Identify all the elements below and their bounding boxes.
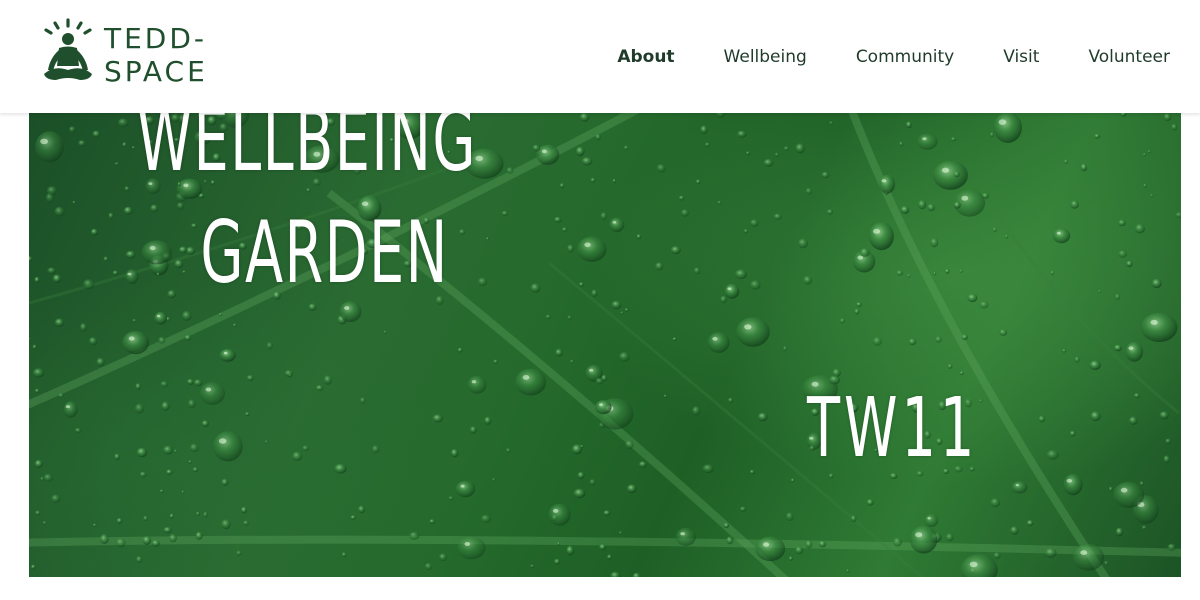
logo-line-2: SPACE xyxy=(104,55,208,88)
hero-title-line-2: GARDEN xyxy=(200,203,449,303)
hero-title: WELLBEING GARDEN xyxy=(29,113,490,309)
logo-wordmark: TEDD- SPACE xyxy=(104,22,208,88)
meditating-person-icon xyxy=(44,18,92,80)
hero-banner: WELLBEING GARDEN TW11 xyxy=(29,113,1181,577)
nav-link-wellbeing[interactable]: Wellbeing xyxy=(724,42,807,72)
nav-link-volunteer[interactable]: Volunteer xyxy=(1088,42,1170,72)
nav-link-visit[interactable]: Visit xyxy=(1003,42,1039,72)
main-nav: About Wellbeing Community Visit Voluntee… xyxy=(568,42,1170,72)
logo-line-1: TEDD- xyxy=(104,22,208,55)
site-logo-link[interactable]: TEDD- SPACE xyxy=(40,18,240,94)
hero-title-line-1: WELLBEING xyxy=(137,113,477,191)
hero-postcode: TW11 xyxy=(807,381,979,476)
site-header: TEDD- SPACE About Wellbeing Community Vi… xyxy=(0,0,1200,113)
nav-link-community[interactable]: Community xyxy=(856,42,954,72)
nav-link-about[interactable]: About xyxy=(617,42,674,72)
